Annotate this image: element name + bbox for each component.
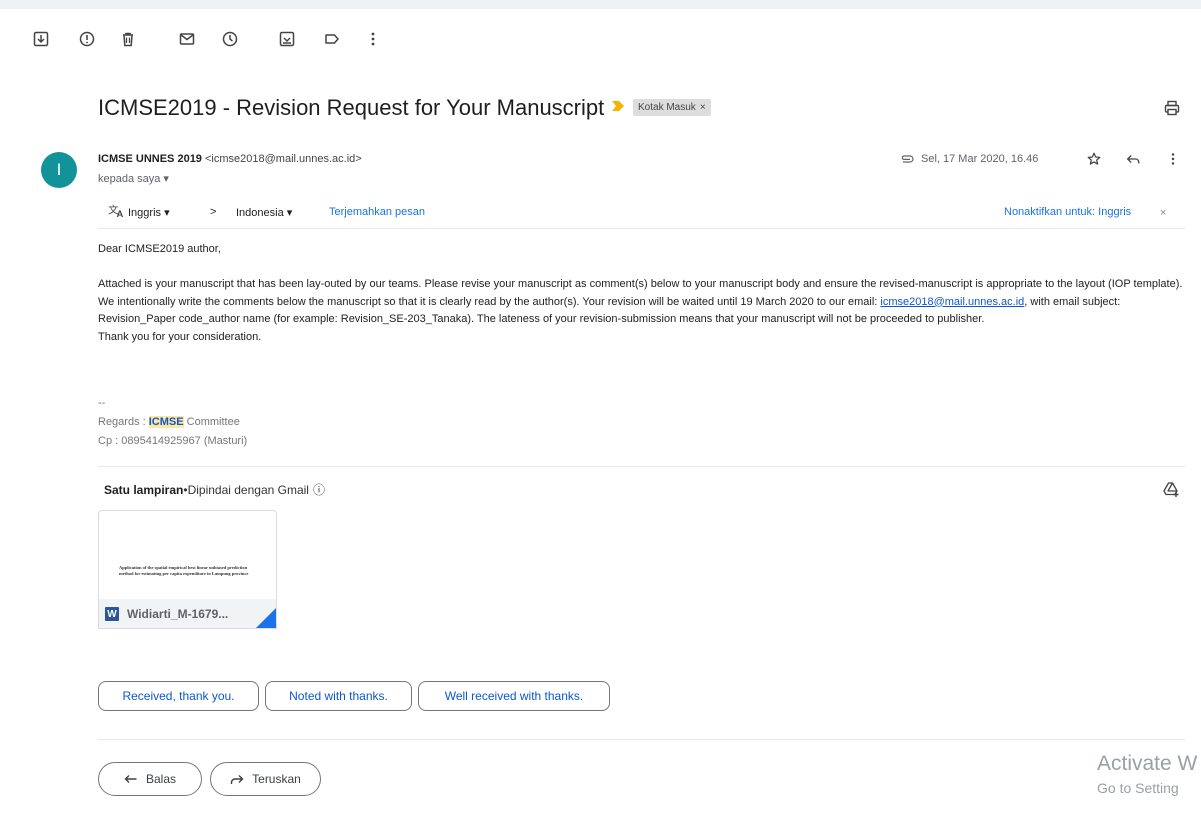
- recipient-details-toggle[interactable]: kepada saya ▾: [98, 172, 169, 185]
- translate-message-link[interactable]: Terjemahkan pesan: [329, 206, 425, 218]
- reply-button[interactable]: Balas: [98, 762, 202, 796]
- body-paragraph: Attached is your manuscript that has bee…: [98, 276, 1188, 329]
- forward-arrow-icon: [230, 775, 244, 784]
- watermark-line-1: Activate W: [1097, 752, 1198, 775]
- sender-avatar[interactable]: I: [41, 152, 77, 188]
- label-icon[interactable]: [322, 29, 342, 49]
- word-file-icon: W: [105, 607, 119, 621]
- windows-activation-watermark: Activate W Go to Setting: [1097, 752, 1197, 796]
- regards-highlight: ICMSE: [148, 416, 184, 428]
- attachment-card[interactable]: Application of the spatial empirical bes…: [98, 510, 277, 629]
- sender-name[interactable]: ICMSE UNNES 2019: [98, 153, 202, 165]
- contact-line: Cp : 0895414925967 (Masturi): [98, 435, 248, 447]
- print-icon[interactable]: [1163, 99, 1181, 117]
- email-date: Sel, 17 Mar 2020, 16.46: [921, 153, 1039, 165]
- snooze-icon[interactable]: [220, 29, 240, 49]
- date-area: Sel, 17 Mar 2020, 16.46: [899, 153, 1038, 165]
- email-body: Dear ICMSE2019 author, Attached is your …: [98, 241, 1188, 346]
- regards-suffix: Committee: [183, 416, 240, 428]
- smart-reply-3[interactable]: Well received with thanks.: [418, 681, 610, 711]
- attachment-corner-fold: [256, 608, 276, 628]
- translate-icon: 文A: [108, 203, 125, 221]
- source-language-select[interactable]: Inggris ▾: [128, 206, 170, 219]
- attachment-filename: Widiarti_M-1679...: [127, 607, 229, 621]
- important-marker-icon[interactable]: [612, 101, 624, 111]
- regards-prefix: Regards :: [98, 416, 149, 428]
- more-options-icon[interactable]: [363, 29, 383, 49]
- chevron-right-icon: >: [210, 206, 217, 218]
- smart-reply-2[interactable]: Noted with thanks.: [265, 681, 412, 711]
- email-link[interactable]: icmse2018@mail.unnes.ac.id: [880, 296, 1024, 308]
- regards-line: Regards : ICMSE Committee: [98, 413, 247, 432]
- translate-bar: 文A Inggris ▾ > Indonesia ▾ Terjemahkan p…: [98, 196, 1185, 229]
- star-icon[interactable]: [1085, 150, 1103, 168]
- watermark-line-2: Go to Setting: [1097, 780, 1179, 796]
- add-to-tasks-icon[interactable]: [277, 29, 297, 49]
- svg-text:A: A: [117, 209, 124, 218]
- divider: [98, 739, 1185, 740]
- greeting: Dear ICMSE2019 author,: [98, 243, 221, 255]
- email-subject: ICMSE2019 - Revision Request for Your Ma…: [98, 95, 605, 120]
- reply-icon[interactable]: [1124, 150, 1142, 168]
- forward-label: Teruskan: [252, 772, 301, 786]
- attachment-preview-text: Application of the spatial empirical bes…: [119, 565, 249, 576]
- target-language-select[interactable]: Indonesia ▾: [236, 206, 292, 219]
- thanks-line: Thank you for your consideration.: [98, 330, 262, 343]
- attachments-header: Satu lampiran • Dipindai dengan Gmail ⓘ: [104, 481, 325, 498]
- archive-icon[interactable]: [31, 29, 51, 49]
- report-spam-icon[interactable]: [77, 29, 97, 49]
- close-translate-icon[interactable]: ×: [1160, 207, 1166, 219]
- sender-line: ICMSE UNNES 2019 <icmse2018@mail.unnes.a…: [98, 153, 362, 165]
- remove-label-icon[interactable]: ×: [700, 102, 706, 113]
- attachment-clip-icon: [901, 155, 914, 163]
- attachments-heading: Satu lampiran: [104, 482, 184, 497]
- add-to-drive-icon[interactable]: [1162, 480, 1180, 498]
- disable-translate-link[interactable]: Nonaktifkan untuk: Inggris: [1004, 206, 1131, 218]
- forward-button[interactable]: Teruskan: [210, 762, 321, 796]
- sender-email: <icmse2018@mail.unnes.ac.id>: [205, 153, 362, 165]
- info-icon[interactable]: ⓘ: [313, 481, 325, 498]
- label-chip-inbox[interactable]: Kotak Masuk ×: [633, 99, 711, 116]
- scan-note: Dipindai dengan Gmail: [187, 482, 309, 497]
- reply-arrow-icon: [124, 775, 137, 783]
- reply-label: Balas: [145, 772, 177, 786]
- attachment-footer: W Widiarti_M-1679...: [99, 599, 276, 628]
- signature-dashes: --: [98, 397, 106, 409]
- message-more-icon[interactable]: [1164, 150, 1182, 168]
- signature: -- Regards : ICMSE Committee Cp : 089541…: [98, 394, 247, 451]
- label-chip-text: Kotak Masuk: [638, 102, 696, 113]
- top-strip: [0, 0, 1201, 9]
- mark-unread-icon[interactable]: [177, 29, 197, 49]
- smart-reply-1[interactable]: Received, thank you.: [98, 681, 259, 711]
- divider: [98, 466, 1185, 467]
- delete-icon[interactable]: [118, 29, 138, 49]
